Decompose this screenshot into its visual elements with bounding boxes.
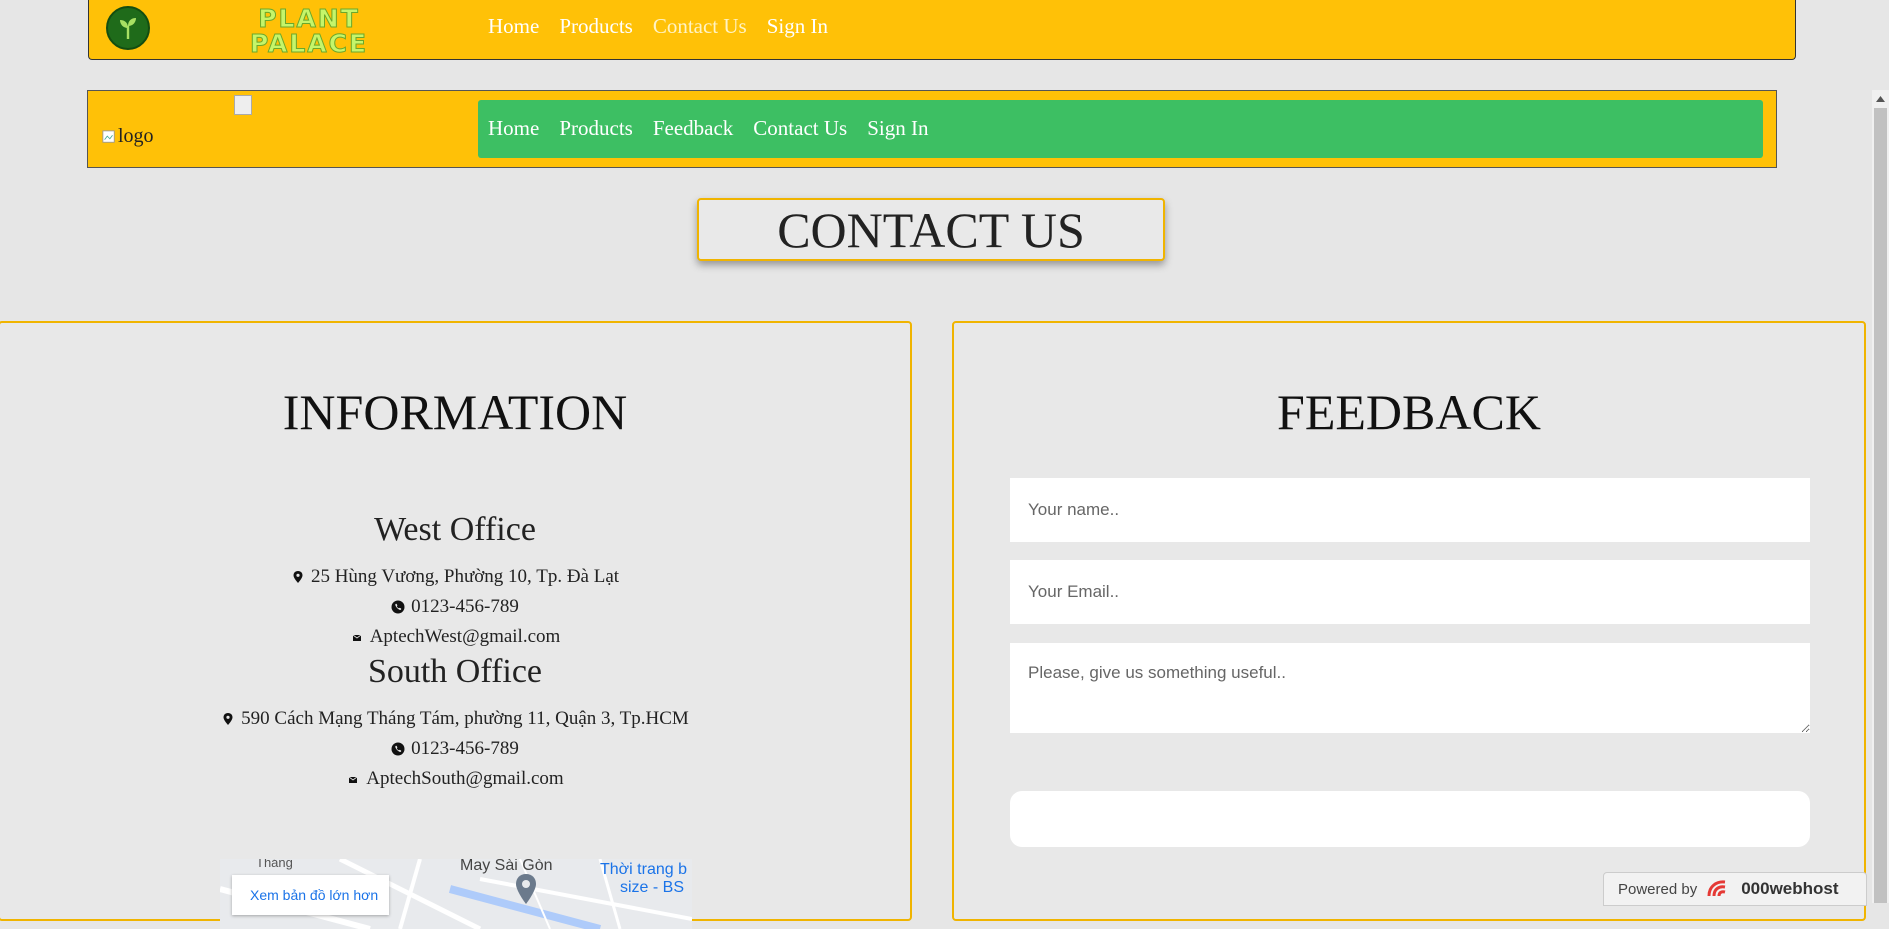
map-pin-icon	[223, 713, 233, 725]
nav2-home-link[interactable]: Home	[488, 116, 539, 141]
south-address-text: 590 Cách Mạng Tháng Tám, phường 11, Quận…	[241, 708, 689, 729]
phone-icon	[391, 742, 405, 756]
west-office-name: West Office	[374, 511, 536, 548]
plant-logo-icon[interactable]	[106, 6, 150, 50]
brand-line-2: PALACE	[249, 29, 369, 58]
nav2-feedback-link[interactable]: Feedback	[653, 116, 733, 141]
south-office-email: AptechSouth@gmail.com	[0, 768, 910, 790]
webhost-badge[interactable]: Powered by 000webhost	[1603, 872, 1867, 906]
west-office-phone: 0123-456-789	[0, 596, 910, 618]
south-phone-text: 0123-456-789	[411, 738, 519, 759]
south-office-name: South Office	[367, 653, 543, 690]
map-pin-icon	[293, 571, 303, 583]
map-label-street: Tháng	[256, 859, 293, 870]
map-label-shop-2: size - BS	[620, 879, 685, 896]
brand-name: PLANT PALACE	[229, 4, 389, 58]
west-office-email: AptechWest@gmail.com	[0, 626, 910, 648]
south-office-phone: 0123-456-789	[0, 738, 910, 760]
scroll-up-arrow-icon[interactable]	[1872, 90, 1889, 108]
broken-logo-image[interactable]: logo	[102, 125, 154, 148]
map-pin-icon[interactable]	[514, 873, 538, 905]
email-input[interactable]	[1010, 560, 1810, 624]
top-nav: Home Products Contact Us Sign In	[488, 14, 828, 39]
nav2-products-link[interactable]: Products	[559, 116, 633, 141]
nav-contact-link[interactable]: Contact Us	[653, 14, 747, 39]
logo-alt-text: logo	[118, 125, 154, 147]
west-email-text: AptechWest@gmail.com	[369, 626, 561, 647]
top-header: PLANT PALACE Home Products Contact Us Si…	[88, 0, 1796, 60]
name-input[interactable]	[1010, 478, 1810, 542]
larger-map-link[interactable]: Xem bản đồ lớn hơn	[232, 875, 389, 915]
south-email-text: AptechSouth@gmail.com	[366, 768, 564, 789]
submit-button[interactable]	[1010, 791, 1810, 847]
map-label-shop: Thời trang b	[600, 861, 687, 878]
envelope-icon	[352, 634, 361, 641]
second-header: logo Home Products Feedback Contact Us S…	[87, 90, 1777, 168]
west-address-text: 25 Hùng Vương, Phường 10, Tp. Đà Lạt	[310, 566, 620, 587]
feedback-panel: FEEDBACK	[952, 321, 1866, 921]
information-title: INFORMATION	[282, 384, 628, 440]
nav-home-link[interactable]: Home	[488, 14, 539, 39]
information-panel: INFORMATION West Office 25 Hùng Vương, P…	[0, 321, 912, 929]
message-textarea[interactable]	[1010, 643, 1810, 733]
nav2-contact-link[interactable]: Contact Us	[753, 116, 847, 141]
webhost-logo-icon	[1707, 880, 1726, 897]
google-map[interactable]: Xem bản đồ lớn hơn May Sài Gòn Thời tran…	[220, 859, 692, 929]
scrollbar-thumb[interactable]	[1874, 108, 1887, 903]
broken-image-icon	[234, 95, 252, 115]
nav-signin-link[interactable]: Sign In	[767, 14, 828, 39]
secondary-nav: Home Products Feedback Contact Us Sign I…	[488, 116, 928, 141]
brand-line-1: PLANT	[258, 4, 360, 33]
envelope-icon	[349, 776, 358, 783]
broken-image-icon	[102, 129, 115, 143]
map-label-place: May Sài Gòn	[460, 859, 553, 874]
phone-icon	[391, 600, 405, 614]
feedback-title: FEEDBACK	[1277, 384, 1541, 440]
powered-by-text: Powered by	[1618, 880, 1698, 898]
webhost-name: 000webhost	[1741, 879, 1839, 898]
west-office-address: 25 Hùng Vương, Phường 10, Tp. Đà Lạt	[0, 566, 910, 588]
south-office-address: 590 Cách Mạng Tháng Tám, phường 11, Quận…	[0, 708, 910, 730]
nav-products-link[interactable]: Products	[559, 14, 633, 39]
page-title: CONTACT US	[697, 198, 1165, 261]
nav2-signin-link[interactable]: Sign In	[867, 116, 928, 141]
west-phone-text: 0123-456-789	[411, 596, 519, 617]
